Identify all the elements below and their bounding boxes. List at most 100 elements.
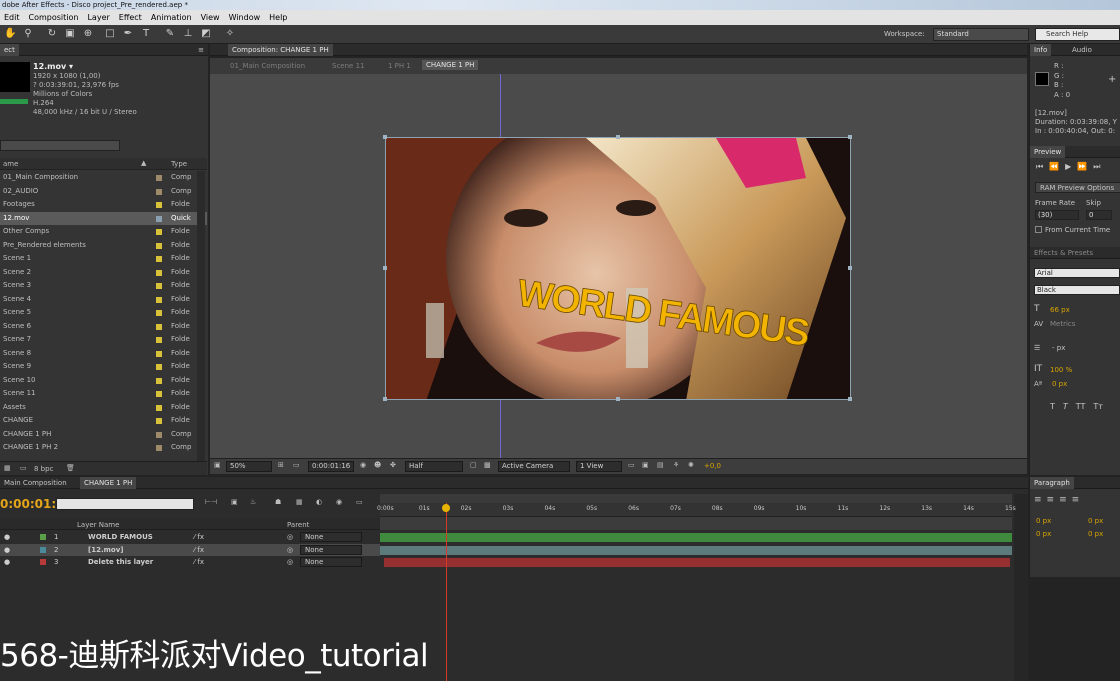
label-color-swatch[interactable] [156, 175, 162, 181]
label-color-swatch[interactable] [156, 445, 162, 451]
snapshot-icon[interactable]: ◉ [360, 461, 366, 469]
breadcrumb-current[interactable]: CHANGE 1 PH [422, 60, 479, 70]
graph-editor-icon[interactable]: ◉ [336, 498, 342, 506]
type-tool-icon[interactable]: T [140, 28, 152, 40]
grid-icon[interactable]: ⊞ [278, 461, 284, 469]
panel-menu-icon[interactable]: ≡ [198, 44, 204, 56]
project-search-input[interactable] [0, 140, 120, 151]
vertical-scale-value[interactable]: 100 % [1050, 366, 1072, 374]
frame-rate-select[interactable]: (30) [1035, 210, 1079, 220]
fx-switch-icon[interactable]: ⁄ fx [194, 544, 204, 556]
pen-tool-icon[interactable]: ✒ [122, 28, 134, 40]
always-preview-icon[interactable]: ▣ [214, 461, 221, 469]
play-icon[interactable]: ▶ [1065, 162, 1077, 171]
transparency-grid-icon[interactable]: ▩ [484, 461, 491, 469]
show-snapshot-icon[interactable]: ☻ [374, 461, 381, 469]
label-color-swatch[interactable] [156, 202, 162, 208]
eraser-tool-icon[interactable]: ◩ [200, 28, 212, 40]
list-item[interactable]: Scene 11 Folde [0, 387, 207, 401]
list-item[interactable]: Footages Folde [0, 198, 207, 212]
indent-left-value[interactable]: 0 px [1036, 517, 1051, 525]
indent-right-value[interactable]: 0 px [1088, 517, 1103, 525]
list-item[interactable]: Pre_Rendered elements Folde [0, 239, 207, 253]
clone-stamp-tool-icon[interactable]: ⊥ [182, 28, 194, 40]
bold-button[interactable]: T [1050, 402, 1055, 411]
layer-row[interactable]: ● 2 [12.mov] ⁄ fx ◎ None [0, 543, 380, 556]
label-color-swatch[interactable] [156, 283, 162, 289]
menu-window[interactable]: Window [229, 10, 261, 25]
time-ruler[interactable] [380, 503, 1012, 517]
transform-handle[interactable] [848, 135, 852, 139]
menu-layer[interactable]: Layer [87, 10, 109, 25]
label-color-swatch[interactable] [156, 431, 162, 438]
all-caps-button[interactable]: TT [1076, 402, 1086, 411]
layer-label-color[interactable] [40, 559, 46, 565]
brush-tool-icon[interactable]: ✎ [164, 28, 176, 40]
pan-behind-tool-icon[interactable]: ⊕ [82, 28, 94, 40]
label-color-swatch[interactable] [156, 418, 162, 424]
col-layer-name[interactable]: Layer Name [77, 521, 119, 529]
comp-frame[interactable]: WORLD FAMOUS [385, 137, 851, 400]
camera-tool-icon[interactable]: ▣ [64, 28, 76, 40]
rectangle-tool-icon[interactable]: □ [104, 28, 116, 40]
parent-select[interactable]: None [300, 557, 362, 567]
label-color-swatch[interactable] [156, 310, 162, 316]
magnification-select[interactable]: 50% [226, 461, 272, 472]
frame-blending-icon[interactable]: ▦ [296, 498, 303, 506]
transform-handle[interactable] [848, 266, 852, 270]
first-frame-icon[interactable]: ⏮ [1036, 162, 1049, 171]
fast-previews-icon[interactable]: ▣ [642, 461, 649, 469]
parent-select[interactable]: None [300, 532, 362, 542]
label-color-swatch[interactable] [156, 242, 162, 249]
camera-view-select[interactable]: Active Camera [498, 461, 570, 472]
col-type[interactable]: Type [171, 160, 187, 168]
rotate-tool-icon[interactable]: ↻ [46, 28, 58, 40]
tab-effects-presets[interactable]: Effects & Presets [1030, 247, 1097, 259]
font-style-select[interactable]: Black [1034, 285, 1120, 295]
list-item[interactable]: Other Comps Folde [0, 225, 207, 239]
switches-icon[interactable]: ⊢⊣ [205, 498, 217, 506]
next-frame-icon[interactable]: ⏩ [1077, 162, 1093, 171]
align-right-icon[interactable]: ≡ [1059, 495, 1072, 505]
flowchart-icon[interactable]: ⚘ [673, 461, 679, 469]
bpc-label[interactable]: 8 bpc [34, 465, 53, 473]
transform-handle[interactable] [616, 135, 620, 139]
skip-select[interactable]: 0 [1086, 210, 1112, 220]
leading-value[interactable]: - px [1052, 344, 1065, 352]
timeline-scrollbar[interactable] [1014, 494, 1028, 681]
tab-info[interactable]: Info [1030, 44, 1052, 56]
delete-icon[interactable]: 🗑 [66, 464, 75, 472]
italic-button[interactable]: T [1063, 402, 1068, 411]
shy-layers-icon[interactable]: ☗ [275, 498, 281, 506]
list-item[interactable]: Scene 2 Folde [0, 266, 207, 280]
breadcrumb-item[interactable]: Scene 11 [332, 62, 364, 70]
space-after-value[interactable]: 0 px [1088, 530, 1103, 538]
brainstorm-icon[interactable]: ▭ [356, 498, 363, 506]
zoom-tool-icon[interactable]: ⚲ [22, 28, 34, 40]
label-color-swatch[interactable] [156, 269, 162, 276]
eye-icon[interactable]: ● [4, 556, 10, 568]
menu-edit[interactable]: Edit [4, 10, 20, 25]
resolution-select[interactable]: Half [405, 461, 463, 472]
channel-icon[interactable]: ✤ [390, 461, 396, 469]
comp-mini-flowchart-icon[interactable]: ▣ [231, 498, 238, 506]
list-item[interactable]: Scene 5 Folde [0, 306, 207, 320]
label-color-swatch[interactable] [156, 256, 162, 262]
font-family-select[interactable]: Arial [1034, 268, 1120, 278]
layer-row[interactable]: ● 1 WORLD FAMOUS ⁄ fx ◎ None [0, 531, 380, 543]
layer-label-color[interactable] [40, 546, 46, 553]
list-item[interactable]: 02_AUDIO Comp [0, 185, 207, 199]
label-color-swatch[interactable] [156, 350, 162, 357]
last-frame-icon[interactable]: ⏭ [1093, 162, 1106, 171]
sort-icon[interactable]: ▲ [141, 159, 146, 167]
breadcrumb-item[interactable]: 01_Main Composition [230, 62, 305, 70]
space-before-value[interactable]: 0 px [1036, 530, 1051, 538]
list-item[interactable]: 01_Main Composition Comp [0, 171, 207, 185]
hand-tool-icon[interactable]: ✋ [4, 28, 16, 40]
timeline-icon[interactable]: ▤ [657, 461, 664, 469]
col-parent[interactable]: Parent [287, 521, 309, 529]
transform-handle[interactable] [383, 397, 387, 401]
project-scrollbar[interactable] [197, 171, 205, 461]
justify-icon[interactable]: ≡ [1072, 495, 1085, 505]
current-time-indicator[interactable] [446, 503, 447, 681]
